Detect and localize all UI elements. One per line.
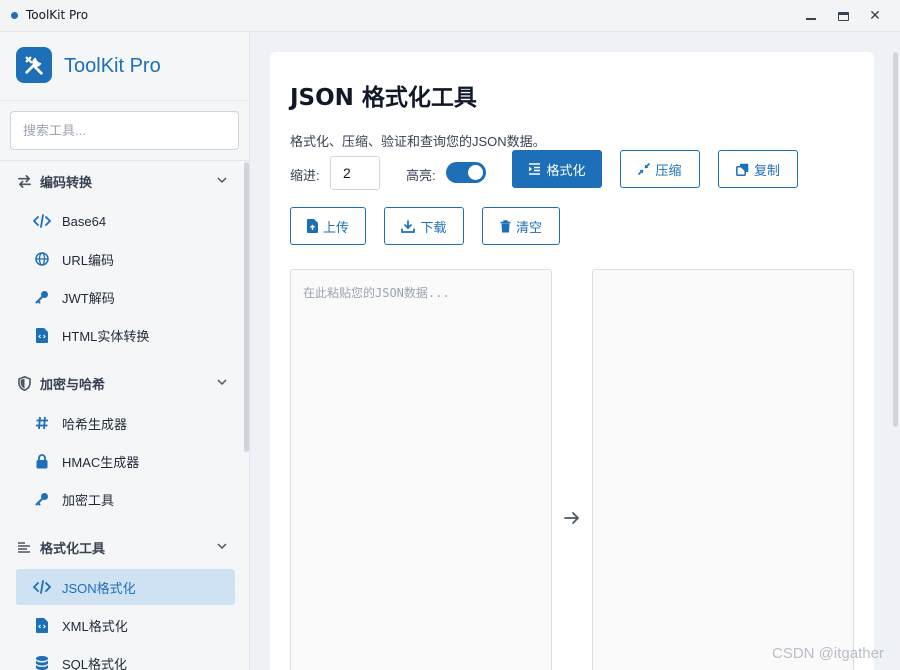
json-input-editor <box>290 269 552 670</box>
toggle-knob <box>468 165 483 180</box>
upload-button-label: 上传 <box>322 219 349 235</box>
sidebar-item-xml-formatter[interactable]: XML格式化 <box>16 607 235 643</box>
minimize-button[interactable] <box>797 4 825 28</box>
group-label: 编码转换 <box>40 174 93 190</box>
toolkit-logo-icon <box>16 47 52 83</box>
shield-icon <box>16 375 32 391</box>
sidebar-item-label: XML格式化 <box>62 618 128 634</box>
page-description: 格式化、压缩、验证和查询您的JSON数据。 <box>290 134 546 149</box>
app-dot-icon <box>11 12 18 19</box>
arrow-right-icon <box>564 512 579 524</box>
maximize-button[interactable] <box>829 4 857 28</box>
brand-name: ToolKit Pro <box>64 55 161 77</box>
group-label: 加密与哈希 <box>40 376 106 392</box>
json-input[interactable] <box>291 270 551 670</box>
sidebar-item-encrypt[interactable]: 加密工具 <box>16 481 235 517</box>
sidebar-item-hash[interactable]: 哈希生成器 <box>16 405 235 441</box>
minimize-icon <box>806 18 816 20</box>
code-icon <box>32 213 52 229</box>
sidebar: ToolKit Pro 编码转换 Base64 URL编码 JWT解码 HTML… <box>0 32 250 670</box>
indent-input[interactable] <box>330 156 380 190</box>
copy-button-label: 复制 <box>753 162 780 178</box>
sidebar-item-label: 哈希生成器 <box>62 416 128 432</box>
sidebar-item-label: HMAC生成器 <box>62 454 140 470</box>
upload-button[interactable]: 上传 <box>290 207 366 245</box>
highlight-label: 高亮: <box>406 168 436 183</box>
highlight-toggle[interactable] <box>446 162 486 183</box>
group-label: 格式化工具 <box>40 540 106 556</box>
sidebar-item-label: JWT解码 <box>62 290 115 306</box>
download-icon <box>401 219 416 233</box>
code-icon <box>32 579 52 595</box>
sidebar-item-hmac[interactable]: HMAC生成器 <box>16 443 235 479</box>
group-encoding[interactable]: 编码转换 <box>16 166 236 196</box>
close-button[interactable]: ✕ <box>861 4 889 28</box>
clear-button[interactable]: 清空 <box>482 207 560 245</box>
database-icon <box>32 655 52 670</box>
sidebar-item-label: JSON格式化 <box>62 580 136 596</box>
json-output-editor <box>592 269 854 670</box>
file-upload-icon <box>306 219 318 233</box>
main-scrollbar[interactable] <box>893 52 898 427</box>
compress-button-label: 压缩 <box>655 162 682 178</box>
copy-icon <box>736 163 749 176</box>
trash-icon <box>500 219 511 233</box>
title-bar: ToolKit Pro ✕ <box>0 0 900 32</box>
download-button-label: 下载 <box>420 219 447 235</box>
sidebar-item-base64[interactable]: Base64 <box>16 203 235 239</box>
maximize-icon <box>837 11 849 21</box>
chevron-down-icon <box>217 543 227 550</box>
key-icon <box>32 289 52 305</box>
globe-icon <box>32 251 52 267</box>
sidebar-item-jwt[interactable]: JWT解码 <box>16 279 235 315</box>
window-title: ToolKit Pro <box>26 8 89 22</box>
sidebar-item-json-formatter[interactable]: JSON格式化 <box>16 569 235 605</box>
clear-button-label: 清空 <box>515 219 542 235</box>
compress-button[interactable]: 压缩 <box>620 150 700 188</box>
search-input[interactable] <box>10 111 239 150</box>
copy-button[interactable]: 复制 <box>718 150 798 188</box>
lock-icon <box>32 453 52 469</box>
indent-icon <box>528 163 541 175</box>
compress-icon <box>638 163 651 175</box>
sidebar-item-html-entity[interactable]: HTML实体转换 <box>16 317 235 353</box>
align-left-icon <box>16 539 32 555</box>
sidebar-item-label: 加密工具 <box>62 492 115 508</box>
sidebar-item-url-encode[interactable]: URL编码 <box>16 241 235 277</box>
chevron-down-icon <box>217 177 227 184</box>
brand: ToolKit Pro <box>0 32 249 101</box>
json-output[interactable] <box>593 270 853 670</box>
chevron-down-icon <box>217 379 227 386</box>
sidebar-item-sql-formatter[interactable]: SQL格式化 <box>16 645 235 670</box>
format-button-label: 格式化 <box>546 162 586 178</box>
swap-arrows-icon <box>16 173 32 189</box>
sidebar-item-label: URL编码 <box>62 252 115 268</box>
format-button[interactable]: 格式化 <box>512 150 602 188</box>
sidebar-item-label: HTML实体转换 <box>62 328 150 344</box>
sidebar-item-label: SQL格式化 <box>62 656 128 670</box>
sidebar-item-label: Base64 <box>62 213 107 229</box>
hash-icon <box>32 415 52 431</box>
file-code-icon <box>32 617 52 633</box>
page-title: JSON 格式化工具 <box>290 85 477 111</box>
sidebar-scrollbar[interactable] <box>244 162 249 452</box>
download-button[interactable]: 下载 <box>384 207 464 245</box>
file-code-icon <box>32 327 52 343</box>
group-formatters[interactable]: 格式化工具 <box>16 532 236 562</box>
sidebar-divider <box>0 160 249 161</box>
indent-label: 缩进: <box>290 168 320 183</box>
watermark: CSDN @itgather <box>772 645 884 662</box>
key-icon <box>32 491 52 507</box>
group-crypto[interactable]: 加密与哈希 <box>16 368 236 398</box>
close-icon: ✕ <box>869 8 881 24</box>
